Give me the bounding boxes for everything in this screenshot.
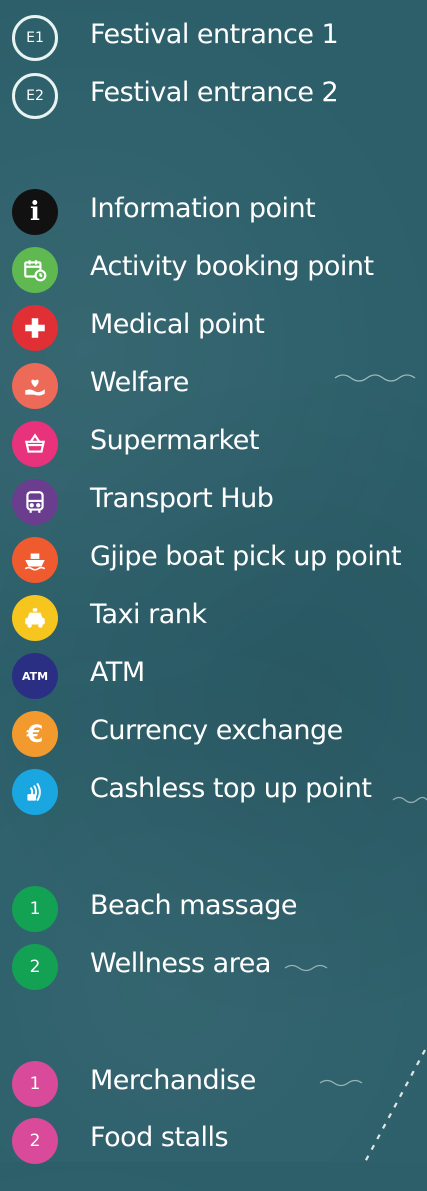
euro-icon: € <box>12 711 58 757</box>
boat-icon <box>12 537 58 583</box>
legend-item-boat-pickup: Gjipe boat pick up point <box>0 537 427 610</box>
legend-label: Wellness area <box>90 948 271 979</box>
legend-label: Cashless top up point <box>90 773 372 804</box>
calendar-booking-icon <box>12 247 58 293</box>
shop-number-1-icon: 1 <box>12 1061 58 1107</box>
contactless-card-icon <box>12 769 58 815</box>
legend-label: Medical point <box>90 309 265 340</box>
legend-item-entrance-2: E2 Festival entrance 2 <box>0 73 427 146</box>
legend-label: Festival entrance 2 <box>90 77 339 108</box>
legend-item-taxi-rank: Taxi rank <box>0 595 427 668</box>
bus-icon <box>12 479 58 525</box>
legend-item-wellness-area: 2 Wellness area <box>0 944 427 1017</box>
legend-item-food-stalls: 2 Food stalls <box>0 1118 427 1191</box>
legend-label: Transport Hub <box>90 483 274 514</box>
wellness-number-1-icon: 1 <box>12 886 58 932</box>
legend-item-cashless-topup: Cashless top up point <box>0 769 427 842</box>
legend-label: Currency exchange <box>90 715 343 746</box>
medical-cross-icon <box>12 305 58 351</box>
entrance-2-icon: E2 <box>12 73 58 119</box>
legend-label: Supermarket <box>90 425 259 456</box>
wellness-number-2-icon: 2 <box>12 944 58 990</box>
basket-icon <box>12 421 58 467</box>
legend-label: Taxi rank <box>90 599 207 630</box>
shop-number-2-icon: 2 <box>12 1118 58 1164</box>
legend-label: Welfare <box>90 367 189 398</box>
atm-icon: ATM <box>12 653 58 699</box>
entrance-1-icon: E1 <box>12 15 58 61</box>
legend-label: Food stalls <box>90 1122 229 1153</box>
legend-item-medical: Medical point <box>0 305 427 378</box>
legend-label: Information point <box>90 193 316 224</box>
info-icon: i <box>12 189 58 235</box>
taxi-icon <box>12 595 58 641</box>
legend-label: Merchandise <box>90 1065 256 1096</box>
legend-label: ATM <box>90 657 145 688</box>
legend-label: Festival entrance 1 <box>90 19 339 50</box>
legend-label: Beach massage <box>90 890 298 921</box>
map-legend: E1 Festival entrance 1 E2 Festival entra… <box>0 0 427 1164</box>
heart-hand-icon <box>12 363 58 409</box>
legend-label: Gjipe boat pick up point <box>90 541 402 572</box>
legend-label: Activity booking point <box>90 251 374 282</box>
